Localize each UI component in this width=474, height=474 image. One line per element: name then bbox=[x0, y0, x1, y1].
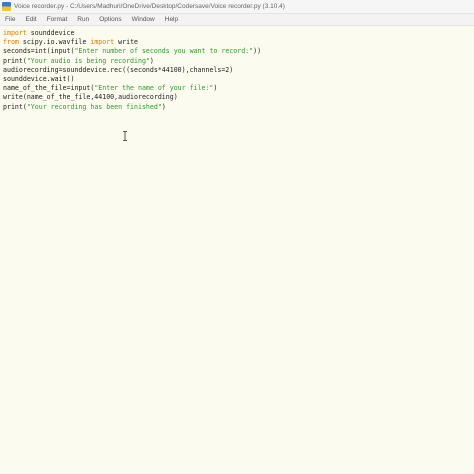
string-token: "Your recording has been finished" bbox=[26, 102, 162, 111]
menu-options[interactable]: Options bbox=[99, 16, 121, 23]
code-token: scipy.io.wavfile bbox=[18, 38, 91, 47]
menu-format[interactable]: Format bbox=[47, 16, 68, 23]
text-cursor-icon bbox=[123, 131, 127, 141]
menu-file[interactable]: File bbox=[5, 16, 15, 23]
code-token: ) bbox=[161, 102, 166, 111]
keyword-token: import bbox=[90, 38, 115, 47]
string-token: "Your audio is being recording" bbox=[26, 56, 150, 65]
code-token: seconds=int(input( bbox=[3, 47, 75, 56]
code-token: ) bbox=[213, 84, 218, 93]
python-file-icon bbox=[2, 2, 11, 11]
code-line[interactable]: name_of_the_file=input("Enter the name o… bbox=[3, 84, 261, 93]
menu-bar: File Edit Format Run Options Window Help bbox=[0, 14, 474, 26]
code-token: write(name_of_the_file,44100,audiorecord… bbox=[3, 93, 178, 102]
code-text[interactable]: import sounddevice from scipy.io.wavfile … bbox=[3, 29, 261, 112]
code-line[interactable]: from scipy.io.wavfile import write bbox=[3, 38, 261, 47]
window-title: Voice recorder.py - C:/Users/Madhuri/One… bbox=[14, 3, 285, 10]
menu-edit[interactable]: Edit bbox=[25, 16, 36, 23]
code-token: print( bbox=[3, 56, 27, 65]
code-token: write bbox=[114, 38, 139, 47]
code-token: sounddevice.wait() bbox=[3, 74, 75, 83]
code-line[interactable]: sounddevice.wait() bbox=[3, 75, 261, 84]
code-line[interactable]: audiorecording=sounddevice.rec((seconds*… bbox=[3, 66, 261, 75]
string-token: "Enter the name of your file:" bbox=[94, 84, 214, 93]
code-line[interactable]: import sounddevice bbox=[3, 29, 261, 38]
keyword-token: from bbox=[3, 38, 19, 47]
title-bar[interactable]: Voice recorder.py - C:/Users/Madhuri/One… bbox=[0, 0, 474, 14]
keyword-token: import bbox=[3, 29, 27, 37]
code-token: sounddevice bbox=[26, 29, 75, 37]
code-line[interactable]: write(name_of_the_file,44100,audiorecord… bbox=[3, 93, 261, 102]
menu-help[interactable]: Help bbox=[165, 16, 178, 23]
code-token: )) bbox=[253, 47, 262, 56]
code-token: audiorecording=sounddevice.rec((seconds*… bbox=[3, 65, 234, 74]
code-line[interactable]: seconds=int(input("Enter number of secon… bbox=[3, 47, 261, 56]
menu-window[interactable]: Window bbox=[132, 16, 155, 23]
menu-run[interactable]: Run bbox=[77, 16, 89, 23]
code-editor[interactable]: import sounddevice from scipy.io.wavfile … bbox=[0, 26, 474, 474]
idle-editor-window: Voice recorder.py - C:/Users/Madhuri/One… bbox=[0, 0, 474, 474]
code-line[interactable]: print("Your recording has been finished"… bbox=[3, 103, 261, 112]
code-token: print( bbox=[3, 102, 27, 111]
code-token: name_of_the_file=input( bbox=[3, 84, 95, 93]
code-token: ) bbox=[149, 56, 154, 65]
string-token: "Enter number of seconds you want to rec… bbox=[74, 47, 254, 56]
code-line[interactable]: print("Your audio is being recording") bbox=[3, 57, 261, 66]
